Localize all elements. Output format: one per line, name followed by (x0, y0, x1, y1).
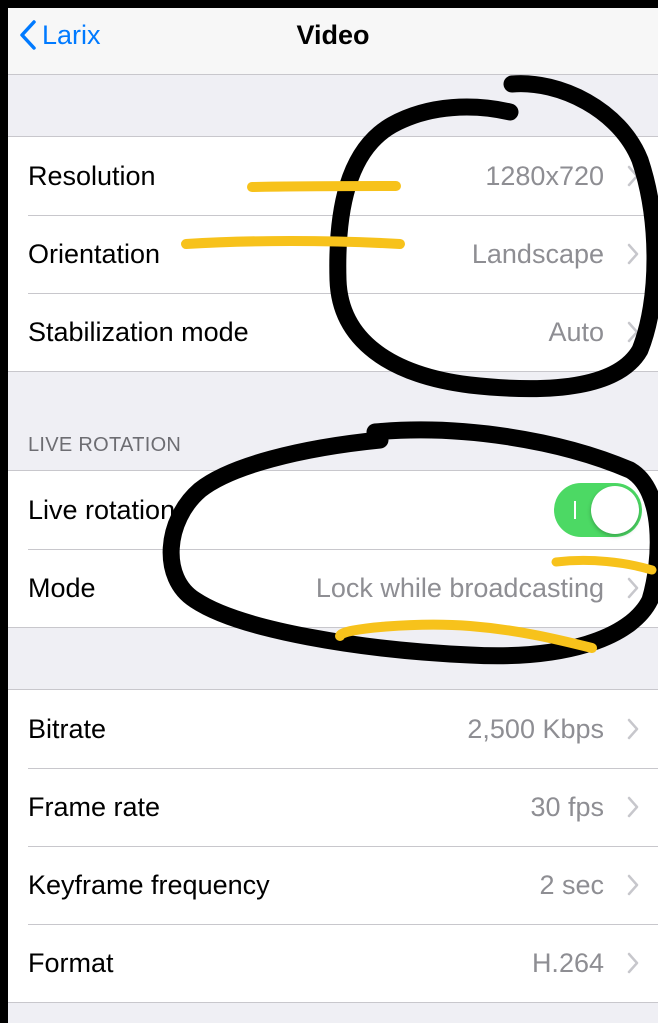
chevron-right-icon (627, 952, 639, 974)
live-rotation-group: Live rotation Mode Lock while broadcasti… (8, 470, 658, 628)
mode-row[interactable]: Mode Lock while broadcasting (8, 549, 658, 627)
resolution-row[interactable]: Resolution 1280x720 (8, 137, 658, 215)
live-rotation-row: Live rotation (8, 471, 658, 549)
format-label: Format (28, 947, 114, 978)
stabilization-mode-value: Auto (548, 316, 604, 347)
navigation-bar: Larix Video (8, 8, 658, 75)
chevron-right-icon (627, 243, 639, 265)
live-rotation-section-header: LIVE ROTATION (28, 434, 182, 456)
frame-rate-row[interactable]: Frame rate 30 fps (8, 768, 658, 846)
chevron-right-icon (627, 718, 639, 740)
chevron-right-icon (627, 874, 639, 896)
keyframe-frequency-row[interactable]: Keyframe frequency 2 sec (8, 846, 658, 924)
chevron-right-icon (627, 321, 639, 343)
chevron-right-icon (627, 165, 639, 187)
video-settings-group: Resolution 1280x720 Orientation Landscap… (8, 136, 658, 372)
frame-rate-label: Frame rate (28, 791, 161, 822)
keyframe-frequency-label: Keyframe frequency (28, 869, 270, 900)
stabilization-mode-label: Stabilization mode (28, 316, 249, 347)
mode-value: Lock while broadcasting (315, 572, 604, 603)
settings-screen: Larix Video Resolution 1280x720 Orientat… (8, 8, 658, 1023)
orientation-value: Landscape (471, 238, 604, 269)
resolution-value: 1280x720 (485, 160, 604, 191)
keyframe-frequency-value: 2 sec (539, 869, 604, 900)
resolution-label: Resolution (28, 160, 156, 191)
stabilization-mode-row[interactable]: Stabilization mode Auto (8, 293, 658, 371)
page-title: Video (296, 20, 370, 50)
live-rotation-label: Live rotation (28, 494, 176, 525)
orientation-label: Orientation (28, 238, 161, 269)
live-rotation-toggle[interactable] (554, 483, 642, 537)
encoding-settings-group: Bitrate 2,500 Kbps Frame rate 30 fps Key… (8, 689, 658, 1003)
toggle-on-mark (574, 501, 576, 519)
bitrate-value: 2,500 Kbps (467, 713, 604, 744)
orientation-row[interactable]: Orientation Landscape (8, 215, 658, 293)
format-row[interactable]: Format H.264 (8, 924, 658, 1002)
mode-label: Mode (28, 572, 96, 603)
chevron-right-icon (627, 577, 639, 599)
bitrate-label: Bitrate (28, 713, 107, 744)
toggle-knob (591, 486, 639, 534)
format-value: H.264 (531, 947, 604, 978)
frame-rate-value: 30 fps (530, 791, 604, 822)
bitrate-row[interactable]: Bitrate 2,500 Kbps (8, 690, 658, 768)
chevron-right-icon (627, 796, 639, 818)
